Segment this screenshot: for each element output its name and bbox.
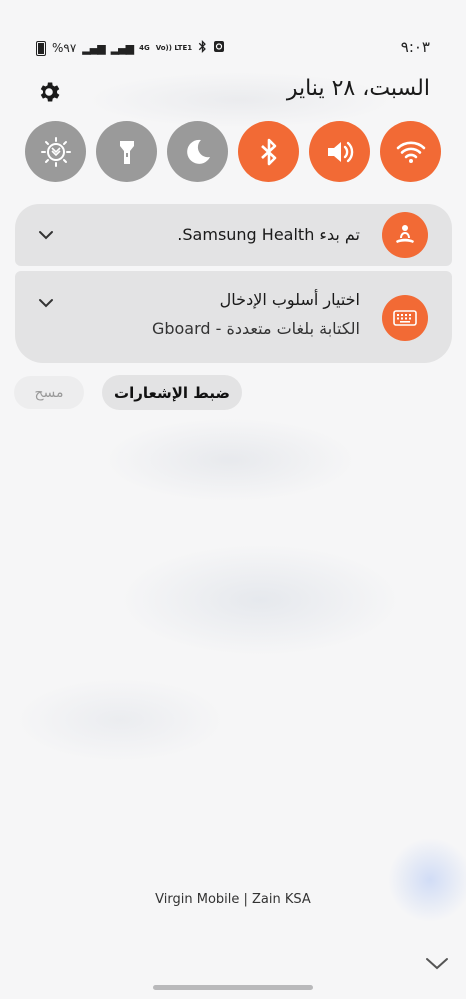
bluetooth-status-icon <box>198 40 207 56</box>
notification-actions: مسح ضبط الإشعارات <box>0 375 466 411</box>
tile-flashlight[interactable] <box>96 121 157 182</box>
notification-samsung-health[interactable]: تم بدء Samsung Health. <box>15 204 452 266</box>
keyboard-icon <box>382 295 428 341</box>
carrier-label: Virgin Mobile | Zain KSA <box>155 892 311 907</box>
moon-icon <box>186 139 210 164</box>
signal-icon-2: ▂▄▆ <box>110 41 134 55</box>
volte-label: Vo)) LTE1 <box>155 43 193 52</box>
signal-icon: ▂▄▆ <box>82 41 105 55</box>
date-label: السبت، ٢٨ يناير <box>286 76 430 101</box>
quick-settings-tiles <box>25 121 441 183</box>
battery-icon <box>36 40 46 56</box>
wifi-icon <box>396 141 425 163</box>
collapse-panel-icon[interactable] <box>424 952 450 974</box>
tile-dark-mode[interactable] <box>167 121 228 182</box>
notification-subtitle: الكتابة بلغات متعددة - Gboard <box>151 319 360 338</box>
status-bar: %٩٧ ▂▄▆ ▂▄▆ 4G Vo)) LTE1 ٩:٠٣ <box>0 36 466 60</box>
home-indicator[interactable] <box>153 985 313 990</box>
tile-eye-comfort[interactable] <box>25 121 86 182</box>
status-icons: %٩٧ ▂▄▆ ▂▄▆ 4G Vo)) LTE1 <box>36 40 225 56</box>
notification-settings-button[interactable]: ضبط الإشعارات <box>102 375 242 410</box>
gear-icon[interactable] <box>36 79 62 105</box>
recycle-icon <box>213 40 225 56</box>
bluetooth-icon <box>260 138 276 165</box>
status-time: ٩:٠٣ <box>400 38 430 56</box>
panel-header: السبت، ٢٨ يناير <box>0 76 466 108</box>
network-4g-label: 4G <box>139 43 150 52</box>
meditation-icon <box>382 212 428 258</box>
tile-wifi[interactable] <box>380 121 441 182</box>
tile-bluetooth[interactable] <box>238 121 299 182</box>
clear-button[interactable]: مسح <box>14 376 84 409</box>
tile-sound[interactable] <box>309 121 370 182</box>
notification-title: اختيار أسلوب الإدخال <box>219 290 360 309</box>
eye-comfort-icon <box>40 136 71 167</box>
notification-input-method[interactable]: اختيار أسلوب الإدخال الكتابة بلغات متعدد… <box>15 271 452 363</box>
chevron-down-icon[interactable] <box>37 294 55 312</box>
battery-percent: %٩٧ <box>52 41 77 55</box>
speaker-icon <box>327 141 353 162</box>
flashlight-icon <box>119 140 134 164</box>
notification-title: تم بدء Samsung Health. <box>177 225 360 244</box>
chevron-down-icon[interactable] <box>37 226 55 244</box>
